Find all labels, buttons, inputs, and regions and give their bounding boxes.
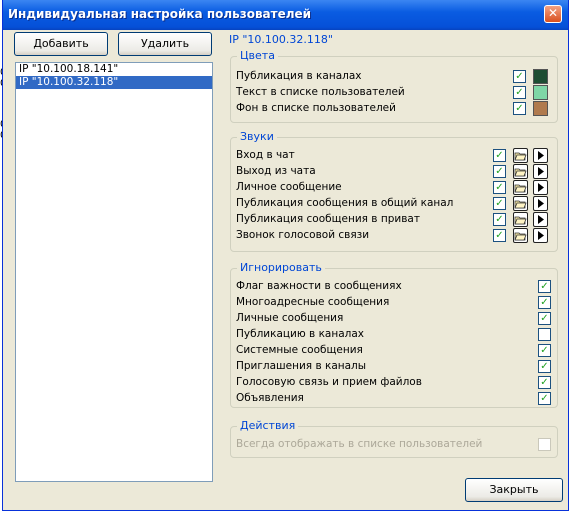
ignore-row: Многоадресные сообщения ✓ — [236, 295, 551, 311]
ignore-row-label: Голосовую связь и прием файлов — [236, 376, 422, 388]
folder-open-icon[interactable] — [513, 212, 528, 227]
color-checkbox[interactable]: ✓ — [513, 70, 526, 83]
action-row: Всегда отображать в списке пользователей — [236, 437, 551, 453]
ignore-row-label: Публикацию в каналах — [236, 328, 365, 340]
color-row-label: Текст в списке пользователей — [236, 86, 405, 98]
sound-row: Выход из чата ✓ — [236, 164, 549, 180]
title-bar[interactable]: Индивидуальная настройка пользователей ✕ — [3, 0, 568, 30]
sound-row: Личное сообщение ✓ — [236, 180, 549, 196]
ignore-checkbox[interactable]: ✓ — [538, 296, 551, 309]
folder-open-icon[interactable] — [513, 228, 528, 243]
play-icon[interactable] — [533, 180, 548, 195]
ignore-checkbox[interactable]: ✓ — [538, 376, 551, 389]
ignore-checkbox[interactable]: ✓ — [538, 344, 551, 357]
sound-checkbox[interactable]: ✓ — [493, 197, 506, 210]
sound-row-label: Выход из чата — [236, 165, 316, 177]
ignore-row: Публикацию в каналах — [236, 327, 551, 343]
action-row-label: Всегда отображать в списке пользователей — [236, 438, 483, 450]
play-icon[interactable] — [533, 228, 548, 243]
folder-open-icon[interactable] — [513, 180, 528, 195]
sound-checkbox[interactable]: ✓ — [493, 181, 506, 194]
ignore-row: Объявления ✓ — [236, 391, 551, 407]
sound-row: Публикация сообщения в общий канал ✓ — [236, 196, 549, 212]
folder-open-icon[interactable] — [513, 196, 528, 211]
user-settings-dialog: Индивидуальная настройка пользователей ✕… — [2, 0, 569, 511]
ignore-row: Флаг важности в сообщениях ✓ — [236, 279, 551, 295]
play-icon[interactable] — [533, 148, 548, 163]
user-list[interactable]: IP "10.100.18.141" IP "10.100.32.118" — [15, 62, 213, 482]
ignore-row: Голосовую связь и прием файлов ✓ — [236, 375, 551, 391]
sound-row: Вход в чат ✓ — [236, 148, 549, 164]
color-checkbox[interactable]: ✓ — [513, 102, 526, 115]
list-item-selected[interactable]: IP "10.100.32.118" — [16, 76, 212, 89]
add-user-button[interactable]: Добавить — [14, 32, 108, 56]
color-row: Публикация в каналах ✓ — [236, 69, 549, 85]
sound-row-label: Вход в чат — [236, 149, 295, 161]
folder-open-icon[interactable] — [513, 148, 528, 163]
color-checkbox[interactable]: ✓ — [513, 86, 526, 99]
selected-user-header: IP "10.100.32.118" — [229, 33, 333, 46]
color-row-label: Публикация в каналах — [236, 70, 362, 82]
settings-panel: IP "10.100.32.118" Цвета Публикация в ка… — [220, 30, 562, 471]
sound-checkbox[interactable]: ✓ — [493, 213, 506, 226]
ignore-row-label: Флаг важности в сообщениях — [236, 280, 402, 292]
folder-open-icon[interactable] — [513, 164, 528, 179]
color-row-label: Фон в списке пользователей — [236, 102, 396, 114]
list-item[interactable]: IP "10.100.18.141" — [16, 63, 212, 76]
group-title: Игнорировать — [237, 261, 325, 274]
ignore-row-label: Объявления — [236, 392, 304, 404]
color-swatch-button[interactable] — [533, 101, 548, 116]
play-icon[interactable] — [533, 212, 548, 227]
sound-row: Звонок голосовой связи ✓ — [236, 228, 549, 244]
actions-group: Действия Всегда отображать в списке поль… — [230, 419, 558, 458]
ignore-checkbox[interactable]: ✓ — [538, 312, 551, 325]
close-button[interactable]: Закрыть — [465, 478, 563, 502]
group-title: Цвета — [237, 49, 278, 62]
ignore-checkbox[interactable]: ✓ — [538, 360, 551, 373]
color-swatch-button[interactable] — [533, 69, 548, 84]
ignore-row: Системные сообщения ✓ — [236, 343, 551, 359]
sound-row: Публикация сообщения в приват ✓ — [236, 212, 549, 228]
sound-row-label: Публикация сообщения в общий канал — [236, 197, 454, 209]
sound-row-label: Звонок голосовой связи — [236, 229, 370, 241]
ignore-row: Приглашения в каналы ✓ — [236, 359, 551, 375]
group-title: Действия — [237, 419, 299, 432]
sound-row-label: Личное сообщение — [236, 181, 342, 193]
group-title: Звуки — [237, 130, 277, 143]
ignore-checkbox[interactable]: ✓ — [538, 392, 551, 405]
ignore-checkbox[interactable]: ✓ — [538, 280, 551, 293]
close-window-button[interactable]: ✕ — [544, 5, 562, 23]
ignore-row-label: Многоадресные сообщения — [236, 296, 390, 308]
sound-checkbox[interactable]: ✓ — [493, 149, 506, 162]
play-icon[interactable] — [533, 196, 548, 211]
sounds-group: Звуки Вход в чат ✓ Выход из чата ✓ Личное со… — [230, 130, 558, 252]
action-checkbox[interactable] — [538, 438, 551, 451]
ignore-row-label: Приглашения в каналы — [236, 360, 367, 372]
delete-user-button[interactable]: Удалить — [118, 32, 212, 56]
color-swatch-button[interactable] — [533, 85, 548, 100]
sound-checkbox[interactable]: ✓ — [493, 229, 506, 242]
play-icon[interactable] — [533, 164, 548, 179]
ignore-row: Личные сообщения ✓ — [236, 311, 551, 327]
ignore-group: Игнорировать Флаг важности в сообщениях ✓… — [230, 261, 558, 408]
sound-row-label: Публикация сообщения в приват — [236, 213, 420, 225]
ignore-row-label: Системные сообщения — [236, 344, 363, 356]
ignore-checkbox[interactable] — [538, 328, 551, 341]
color-row: Фон в списке пользователей ✓ — [236, 101, 549, 117]
sound-checkbox[interactable]: ✓ — [493, 165, 506, 178]
colors-group: Цвета Публикация в каналах ✓ Текст в спи… — [230, 49, 558, 123]
ignore-row-label: Личные сообщения — [236, 312, 344, 324]
color-row: Текст в списке пользователей ✓ — [236, 85, 549, 101]
window-title: Индивидуальная настройка пользователей — [8, 7, 312, 21]
